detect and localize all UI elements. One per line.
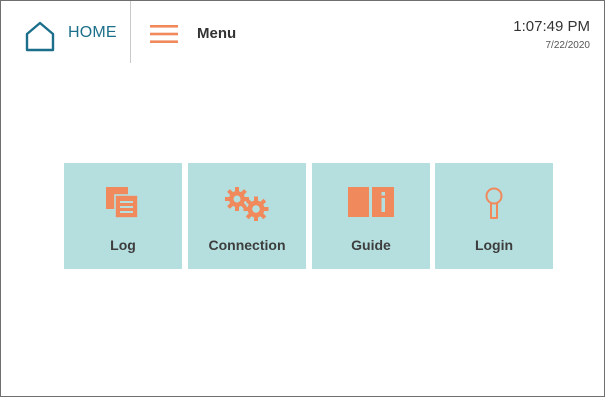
home-button[interactable]: HOME: [1, 1, 130, 63]
tile-log-label: Log: [110, 237, 136, 253]
log-icon: [106, 187, 139, 219]
home-label: HOME: [68, 24, 117, 41]
gears-icon: [225, 187, 269, 221]
clock: 1:07:49 PM 7/22/2020: [513, 18, 590, 51]
header-divider: [130, 1, 131, 63]
hamburger-menu-icon: [150, 25, 178, 43]
header-bar: HOME Menu 1:07:49 PM 7/22/2020: [1, 1, 604, 63]
tile-guide-label: Guide: [351, 237, 391, 253]
menu-button[interactable]: Menu: [141, 1, 261, 63]
tile-login-label: Login: [474, 237, 514, 253]
tile-connection-label: Connection: [208, 237, 286, 253]
guide-book-icon: [348, 187, 394, 217]
key-icon: [485, 187, 503, 219]
menu-label: Menu: [197, 25, 237, 42]
app-window: HOME Menu 1:07:49 PM 7/22/2020 Log Conne…: [0, 0, 605, 397]
home-icon: [25, 21, 55, 52]
clock-time: 1:07:49 PM: [513, 18, 590, 35]
tile-log[interactable]: Log: [64, 163, 182, 269]
tile-connection[interactable]: Connection: [188, 163, 306, 269]
tile-login[interactable]: Login: [435, 163, 553, 269]
tile-guide[interactable]: Guide: [312, 163, 430, 269]
clock-date: 7/22/2020: [545, 40, 591, 51]
